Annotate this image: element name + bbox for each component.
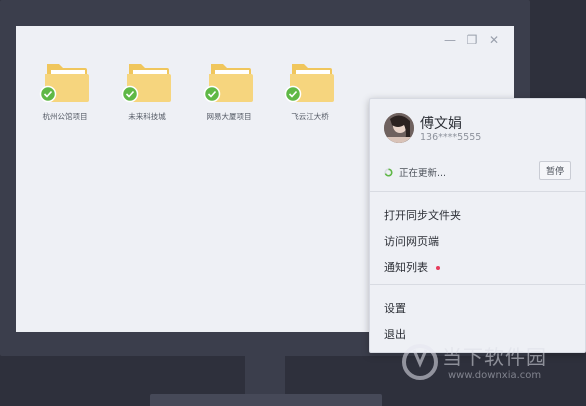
- watermark-logo-icon: [402, 344, 438, 380]
- avatar[interactable]: [384, 113, 414, 143]
- minimize-icon[interactable]: —: [444, 34, 456, 46]
- menu-notification-list[interactable]: 通知列表: [384, 259, 440, 275]
- user-name: 傅文娟: [420, 116, 462, 132]
- sync-spinner-icon: [384, 167, 393, 177]
- menu-settings[interactable]: 设置: [384, 300, 406, 316]
- folder-label: 网易大厦项目: [206, 112, 252, 121]
- folder-label: 飞云江大桥: [291, 112, 329, 121]
- folder-icon: [284, 64, 334, 103]
- menu-open-sync-folder[interactable]: 打开同步文件夹: [384, 207, 461, 223]
- monitor-stand: [245, 356, 285, 396]
- check-icon: [121, 85, 139, 103]
- watermark-name: 当下软件园: [442, 345, 547, 369]
- user-phone: 136****5555: [420, 132, 482, 143]
- folder-icon: [203, 64, 253, 103]
- folder-item[interactable]: 杭州公馆项目: [30, 60, 100, 122]
- check-icon: [203, 85, 221, 103]
- folder-label: 未来科技城: [128, 112, 166, 121]
- folder-item[interactable]: 网易大厦项目: [194, 60, 264, 122]
- check-icon: [284, 85, 302, 103]
- folder-icon: [121, 64, 171, 103]
- account-popup: 傅文娟 136****5555 正在更新... 暂停 打开同步文件夹 访问网页端…: [369, 98, 586, 353]
- close-icon[interactable]: ✕: [488, 34, 500, 46]
- folder-icon: [39, 64, 89, 103]
- notification-dot: [436, 266, 440, 270]
- restore-icon[interactable]: ❐: [466, 34, 478, 46]
- folder-item[interactable]: 飞云江大桥: [275, 60, 345, 122]
- menu-notification-label: 通知列表: [384, 261, 428, 274]
- folder-item[interactable]: 未来科技城: [112, 60, 182, 122]
- watermark-url: www.downxia.com: [448, 370, 542, 381]
- watermark: 当下软件园 www.downxia.com: [398, 336, 584, 394]
- menu-visit-web[interactable]: 访问网页端: [384, 233, 439, 249]
- sync-status-row: 正在更新...: [384, 165, 446, 179]
- sync-status-text: 正在更新...: [399, 168, 447, 179]
- check-icon: [39, 85, 57, 103]
- avatar-image: [384, 113, 414, 143]
- window-controls: — ❐ ✕: [444, 34, 500, 46]
- folder-label: 杭州公馆项目: [42, 112, 88, 121]
- monitor-base: [150, 394, 382, 406]
- divider: [370, 191, 585, 192]
- divider: [370, 284, 585, 285]
- pause-button[interactable]: 暂停: [539, 161, 571, 180]
